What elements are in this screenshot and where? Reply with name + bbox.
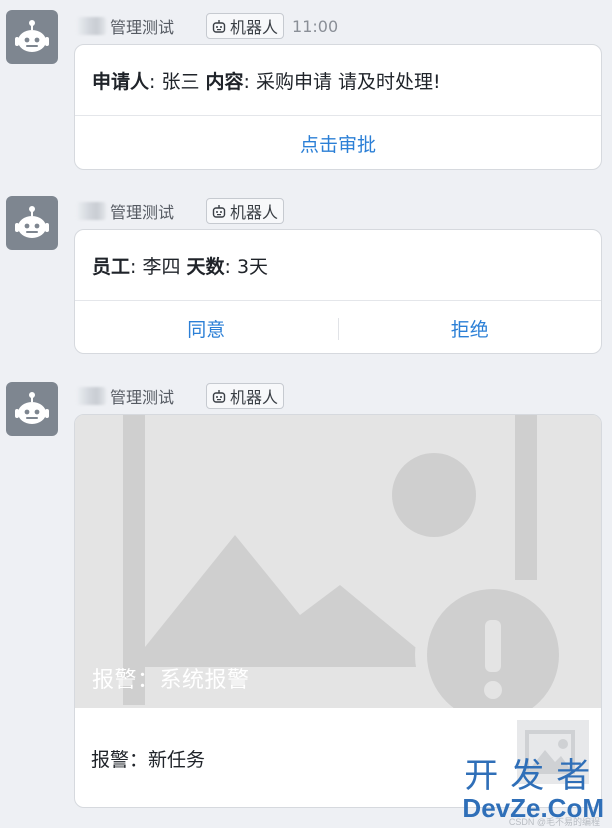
robot-avatar-icon — [15, 206, 49, 238]
sender-line: 管理测试 机器人 — [76, 383, 285, 409]
watermark: 开发者 DevZe.CoM CSDN @毛不易的编程 — [462, 757, 604, 827]
message-time: 11:00 — [292, 16, 339, 36]
agree-button[interactable]: 同意 — [75, 315, 338, 342]
blurred-name — [76, 17, 106, 35]
field-label: 员工 — [92, 255, 131, 278]
sender-name[interactable]: 管理测试 — [110, 14, 174, 38]
approval-card: 申请人: 张三 内容: 采购申请 请及时处理! 点击审批 — [74, 44, 602, 170]
card-body: 申请人: 张三 内容: 采购申请 请及时处理! — [75, 45, 601, 115]
field-value: : 张三 — [149, 70, 200, 93]
approve-click-button[interactable]: 点击审批 — [75, 130, 601, 157]
robot-avatar-icon — [15, 20, 49, 52]
robot-icon — [212, 205, 226, 218]
watermark-top: 开发者 — [464, 757, 603, 795]
bot-avatar[interactable] — [6, 10, 58, 64]
robot-icon — [212, 20, 226, 33]
exclamation-icon — [485, 620, 501, 672]
bot-tag-label: 机器人 — [230, 203, 279, 222]
card-body: 员工: 李四 天数: 3天 — [75, 230, 601, 300]
robot-icon — [212, 390, 226, 403]
watermark-tiny: CSDN @毛不易的编程 — [508, 817, 600, 827]
reject-button[interactable]: 拒绝 — [339, 315, 602, 342]
bot-avatar[interactable] — [6, 196, 58, 250]
field-label: 天数 — [186, 255, 225, 278]
image-placeholder[interactable]: 报警：系统报警 — [75, 415, 601, 708]
sender-line: 管理测试 机器人 11:00 — [76, 13, 339, 39]
leave-card: 员工: 李四 天数: 3天 同意 拒绝 — [74, 229, 602, 354]
sender-name[interactable]: 管理测试 — [110, 199, 174, 223]
sender-line: 管理测试 机器人 — [76, 198, 285, 224]
footer-text: 报警：新任务 — [91, 748, 206, 771]
bot-tag-label: 机器人 — [230, 388, 279, 407]
image-caption: 报警：系统报警 — [92, 668, 250, 693]
bot-avatar[interactable] — [6, 382, 58, 436]
robot-avatar-icon — [15, 392, 49, 424]
blurred-name — [76, 202, 106, 220]
bot-tag: 机器人 — [206, 383, 285, 409]
bot-tag: 机器人 — [206, 13, 285, 39]
sender-name[interactable]: 管理测试 — [110, 384, 174, 408]
blurred-name — [76, 387, 106, 405]
bot-tag-label: 机器人 — [230, 18, 279, 37]
field-value: : 李四 — [130, 255, 181, 278]
alarm-card[interactable]: 报警：系统报警 报警：新任务 — [74, 414, 602, 808]
field-label: 申请人 — [92, 70, 150, 93]
field-label: 内容 — [205, 70, 244, 93]
action-row: 同意 拒绝 — [75, 300, 602, 353]
field-value: : 3天 — [224, 255, 269, 278]
bot-tag: 机器人 — [206, 198, 285, 224]
field-value: : 采购申请 请及时处理! — [243, 70, 441, 93]
action-row: 点击审批 — [75, 115, 601, 169]
